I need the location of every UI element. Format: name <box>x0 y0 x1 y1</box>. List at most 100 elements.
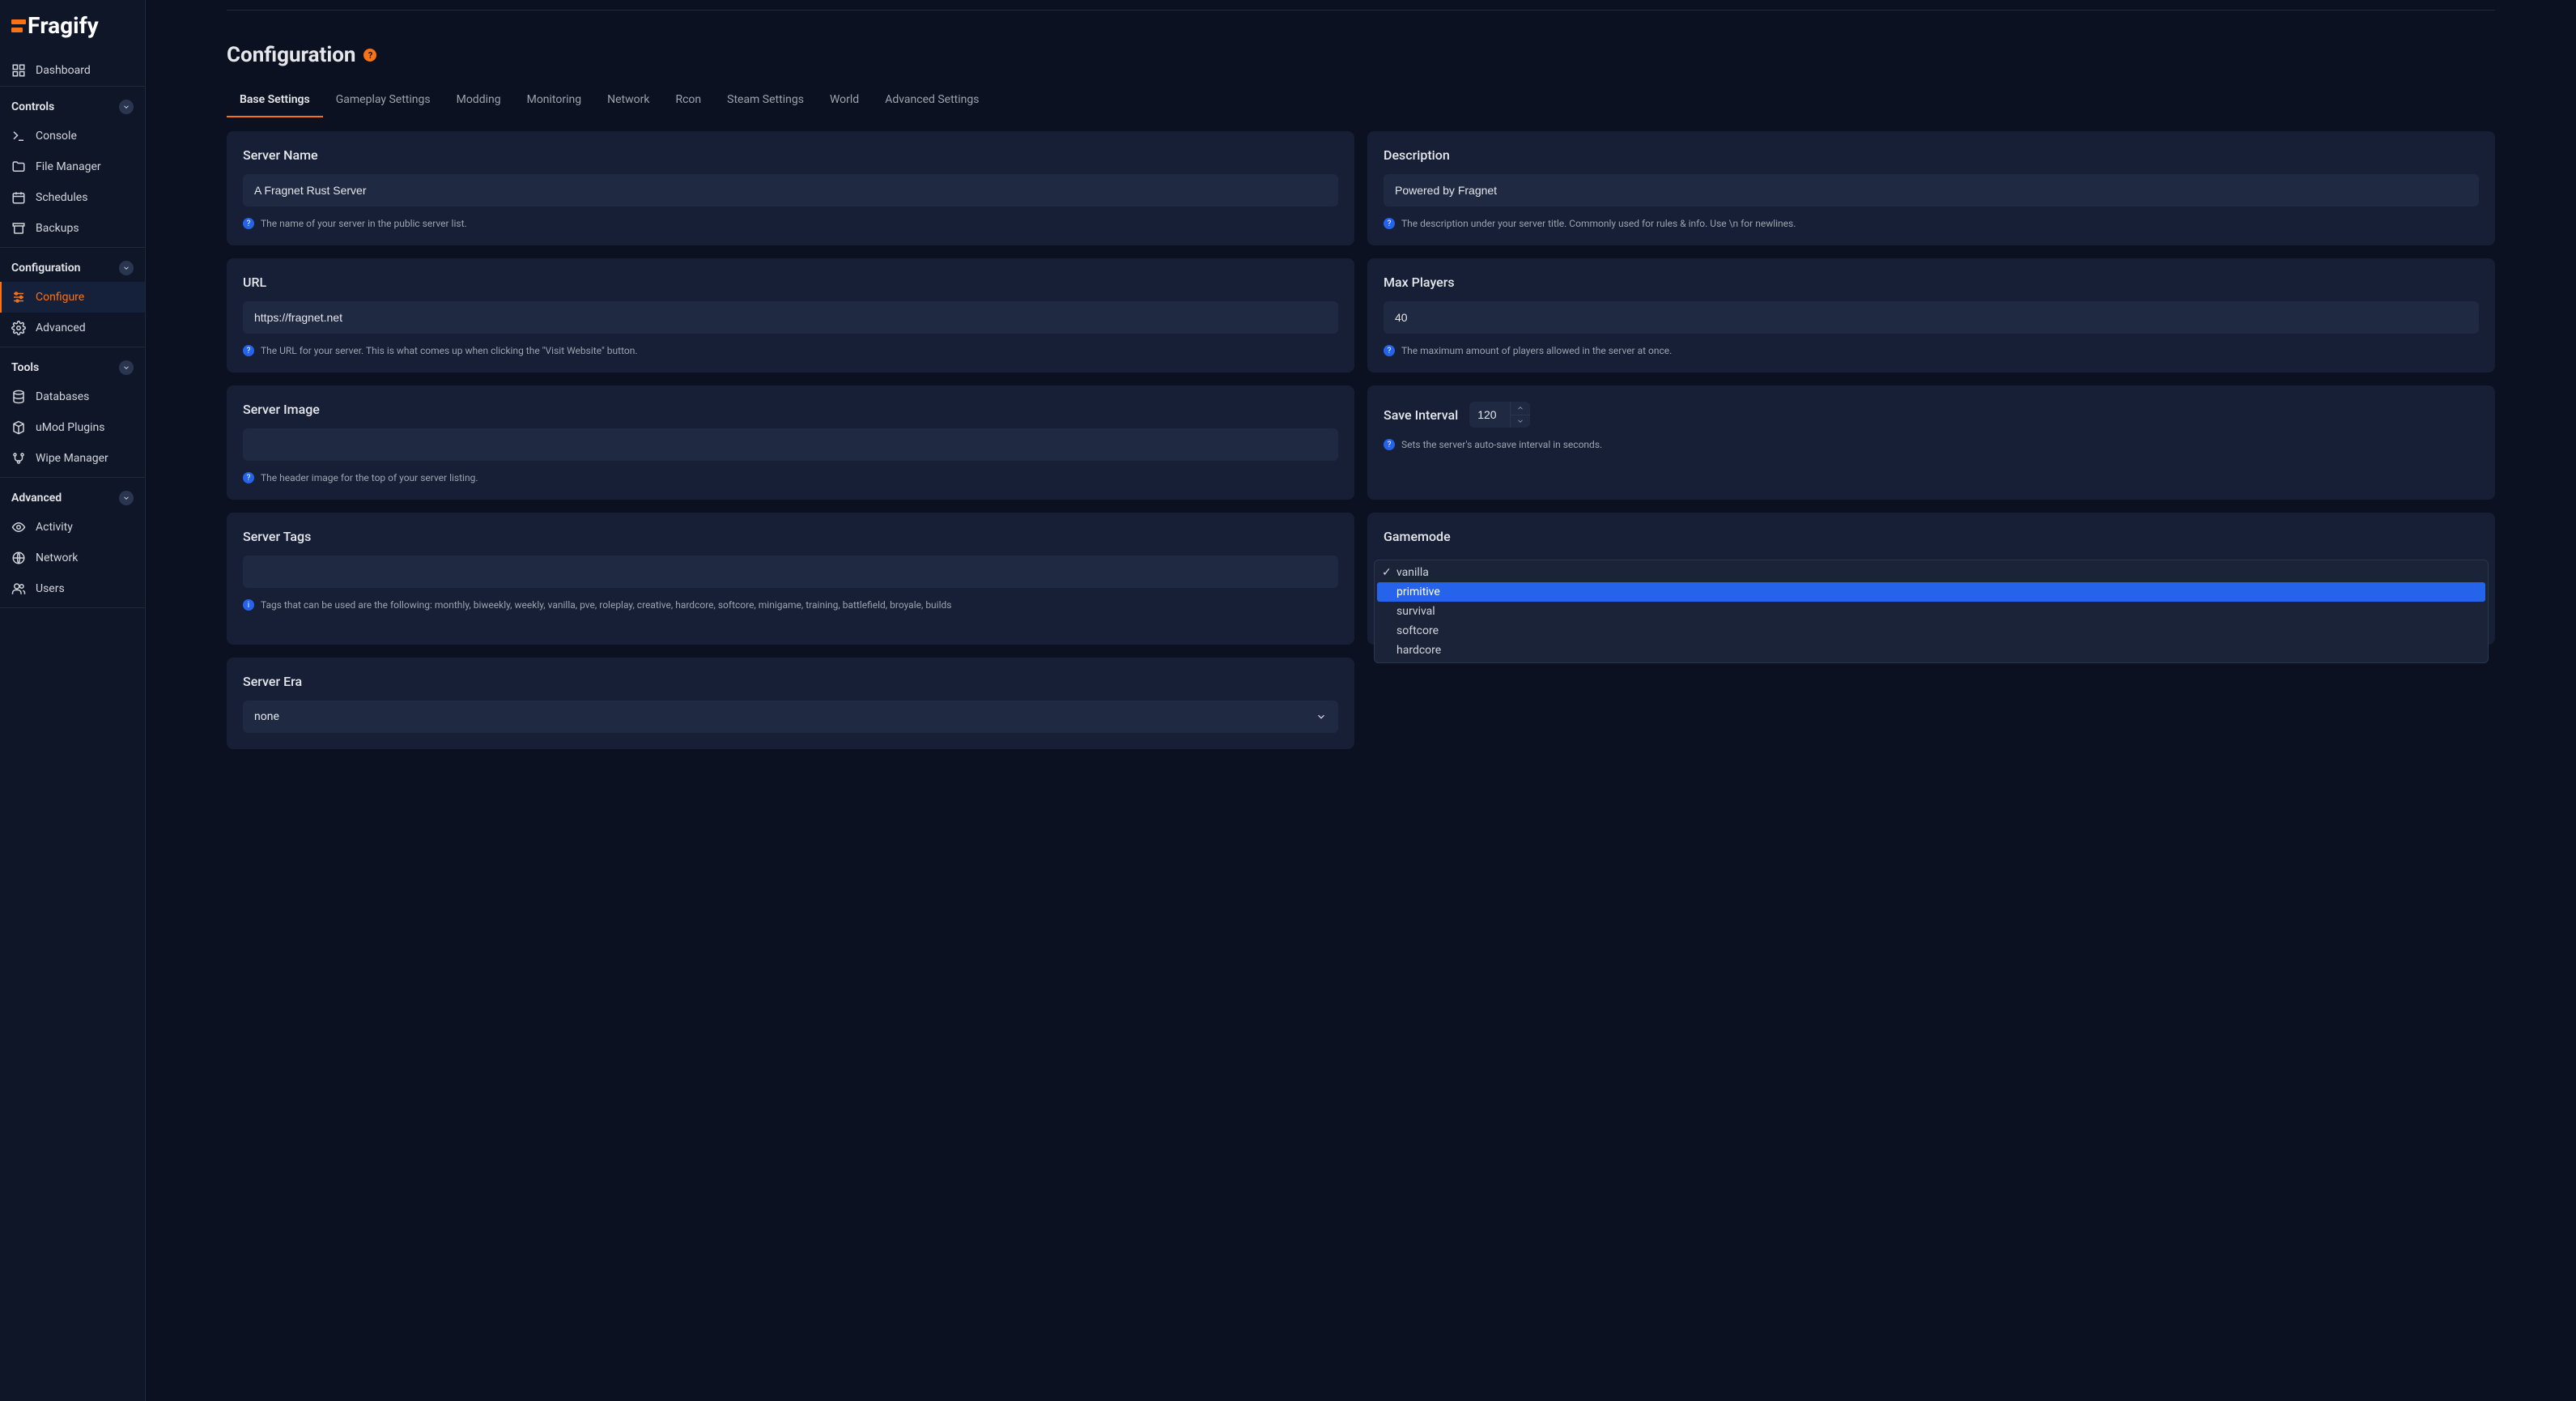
chevron-down-icon <box>119 261 134 275</box>
server-era-select[interactable]: none <box>243 700 1338 733</box>
logo-bars-icon <box>11 19 26 32</box>
server-tags-label: Server Tags <box>243 529 1338 544</box>
nav-label: Backups <box>36 222 79 235</box>
tab-base-settings[interactable]: Base Settings <box>227 83 323 117</box>
calendar-icon <box>11 190 26 205</box>
server-era-value: none <box>254 710 279 723</box>
chevron-down-icon <box>1316 711 1327 722</box>
tab-world[interactable]: World <box>817 83 872 117</box>
dropdown-option-vanilla[interactable]: vanilla <box>1377 563 2485 582</box>
logo[interactable]: Fragify <box>0 0 145 55</box>
info-icon: ? <box>243 472 254 483</box>
chevron-down-icon <box>119 100 134 114</box>
description-input[interactable] <box>1384 174 2479 207</box>
info-icon: ? <box>1384 218 1395 229</box>
chevron-down-icon <box>119 360 134 375</box>
save-interval-label: Save Interval <box>1384 407 1458 423</box>
chevron-up-icon <box>1516 404 1524 412</box>
dropdown-option-survival[interactable]: survival <box>1377 602 2485 621</box>
section-tools-title: Tools <box>11 361 39 374</box>
url-input[interactable] <box>243 301 1338 334</box>
description-label: Description <box>1384 147 2479 163</box>
description-card: Description ?The description under your … <box>1367 131 2495 245</box>
server-image-input[interactable] <box>243 428 1338 461</box>
dropdown-option-softcore[interactable]: softcore <box>1377 621 2485 641</box>
tab-rcon[interactable]: Rcon <box>662 83 714 117</box>
nav-label: Databases <box>36 390 89 403</box>
git-icon <box>11 451 26 466</box>
nav-schedules[interactable]: Schedules <box>0 182 145 213</box>
nav-dashboard-label: Dashboard <box>36 64 91 77</box>
section-tools-header[interactable]: Tools <box>0 351 145 381</box>
server-era-label: Server Era <box>243 674 1338 689</box>
sliders-icon <box>11 290 26 304</box>
nav-backups[interactable]: Backups <box>0 213 145 244</box>
nav-label: Wipe Manager <box>36 452 108 465</box>
section-configuration-header[interactable]: Configuration <box>0 251 145 282</box>
nav-console[interactable]: Console <box>0 121 145 151</box>
tabs: Base Settings Gameplay Settings Modding … <box>227 83 2495 118</box>
nav-label: Advanced <box>36 322 86 334</box>
help-icon[interactable]: ? <box>363 49 376 62</box>
nav-databases[interactable]: Databases <box>0 381 145 412</box>
server-name-input[interactable] <box>243 174 1338 207</box>
url-card: URL ?The URL for your server. This is wh… <box>227 258 1354 373</box>
main-content: Configuration ? Base Settings Gameplay S… <box>146 0 2576 1401</box>
max-players-card: Max Players ?The maximum amount of playe… <box>1367 258 2495 373</box>
sidebar: Fragify Dashboard Controls Console File … <box>0 0 146 1401</box>
save-interval-card: Save Interval ?Sets the server's auto-sa… <box>1367 385 2495 500</box>
page-title: Configuration ? <box>227 11 2495 83</box>
dashboard-icon <box>11 63 26 78</box>
chevron-down-icon <box>119 491 134 505</box>
gamemode-label: Gamemode <box>1384 529 2479 544</box>
max-players-help: ?The maximum amount of players allowed i… <box>1384 345 2479 356</box>
tab-modding[interactable]: Modding <box>444 83 514 117</box>
server-name-help: ?The name of your server in the public s… <box>243 218 1338 229</box>
gamemode-card: Gamemode vanilla primitive survival soft… <box>1367 513 2495 645</box>
tab-steam-settings[interactable]: Steam Settings <box>714 83 817 117</box>
max-players-label: Max Players <box>1384 275 2479 290</box>
section-advanced-header[interactable]: Advanced <box>0 481 145 512</box>
max-players-input[interactable] <box>1384 301 2479 334</box>
nav-wipe-manager[interactable]: Wipe Manager <box>0 443 145 474</box>
nav-advanced-config[interactable]: Advanced <box>0 313 145 343</box>
nav-dashboard[interactable]: Dashboard <box>0 55 145 86</box>
nav-label: uMod Plugins <box>36 421 104 434</box>
nav-label: Users <box>36 582 65 595</box>
section-configuration-title: Configuration <box>11 262 80 275</box>
tab-gameplay-settings[interactable]: Gameplay Settings <box>323 83 444 117</box>
tab-monitoring[interactable]: Monitoring <box>514 83 595 117</box>
server-tags-card: Server Tags iTags that can be used are t… <box>227 513 1354 645</box>
section-controls-header[interactable]: Controls <box>0 90 145 121</box>
server-name-card: Server Name ?The name of your server in … <box>227 131 1354 245</box>
globe-icon <box>11 551 26 565</box>
info-icon: i <box>243 599 254 611</box>
description-help: ?The description under your server title… <box>1384 218 2479 229</box>
server-image-label: Server Image <box>243 402 1338 417</box>
tab-network[interactable]: Network <box>594 83 662 117</box>
tab-advanced-settings[interactable]: Advanced Settings <box>872 83 992 117</box>
dropdown-option-hardcore[interactable]: hardcore <box>1377 641 2485 660</box>
nav-label: Configure <box>36 291 84 304</box>
info-icon: ? <box>243 345 254 356</box>
save-interval-input[interactable] <box>1469 402 1510 428</box>
nav-users[interactable]: Users <box>0 573 145 604</box>
nav-configure[interactable]: Configure <box>0 282 145 313</box>
nav-activity[interactable]: Activity <box>0 512 145 543</box>
info-icon: ? <box>1384 345 1395 356</box>
archive-icon <box>11 221 26 236</box>
server-name-label: Server Name <box>243 147 1338 163</box>
nav-label: Network <box>36 551 78 564</box>
nav-label: Console <box>36 130 77 143</box>
eye-icon <box>11 520 26 534</box>
spinner-up-button[interactable] <box>1511 402 1530 415</box>
nav-umod-plugins[interactable]: uMod Plugins <box>0 412 145 443</box>
nav-label: Activity <box>36 521 73 534</box>
server-image-help: ?The header image for the top of your se… <box>243 472 1338 483</box>
nav-network[interactable]: Network <box>0 543 145 573</box>
dropdown-option-primitive[interactable]: primitive <box>1377 582 2485 602</box>
nav-file-manager[interactable]: File Manager <box>0 151 145 182</box>
server-tags-input[interactable] <box>243 556 1338 588</box>
folder-icon <box>11 160 26 174</box>
spinner-down-button[interactable] <box>1511 415 1530 428</box>
